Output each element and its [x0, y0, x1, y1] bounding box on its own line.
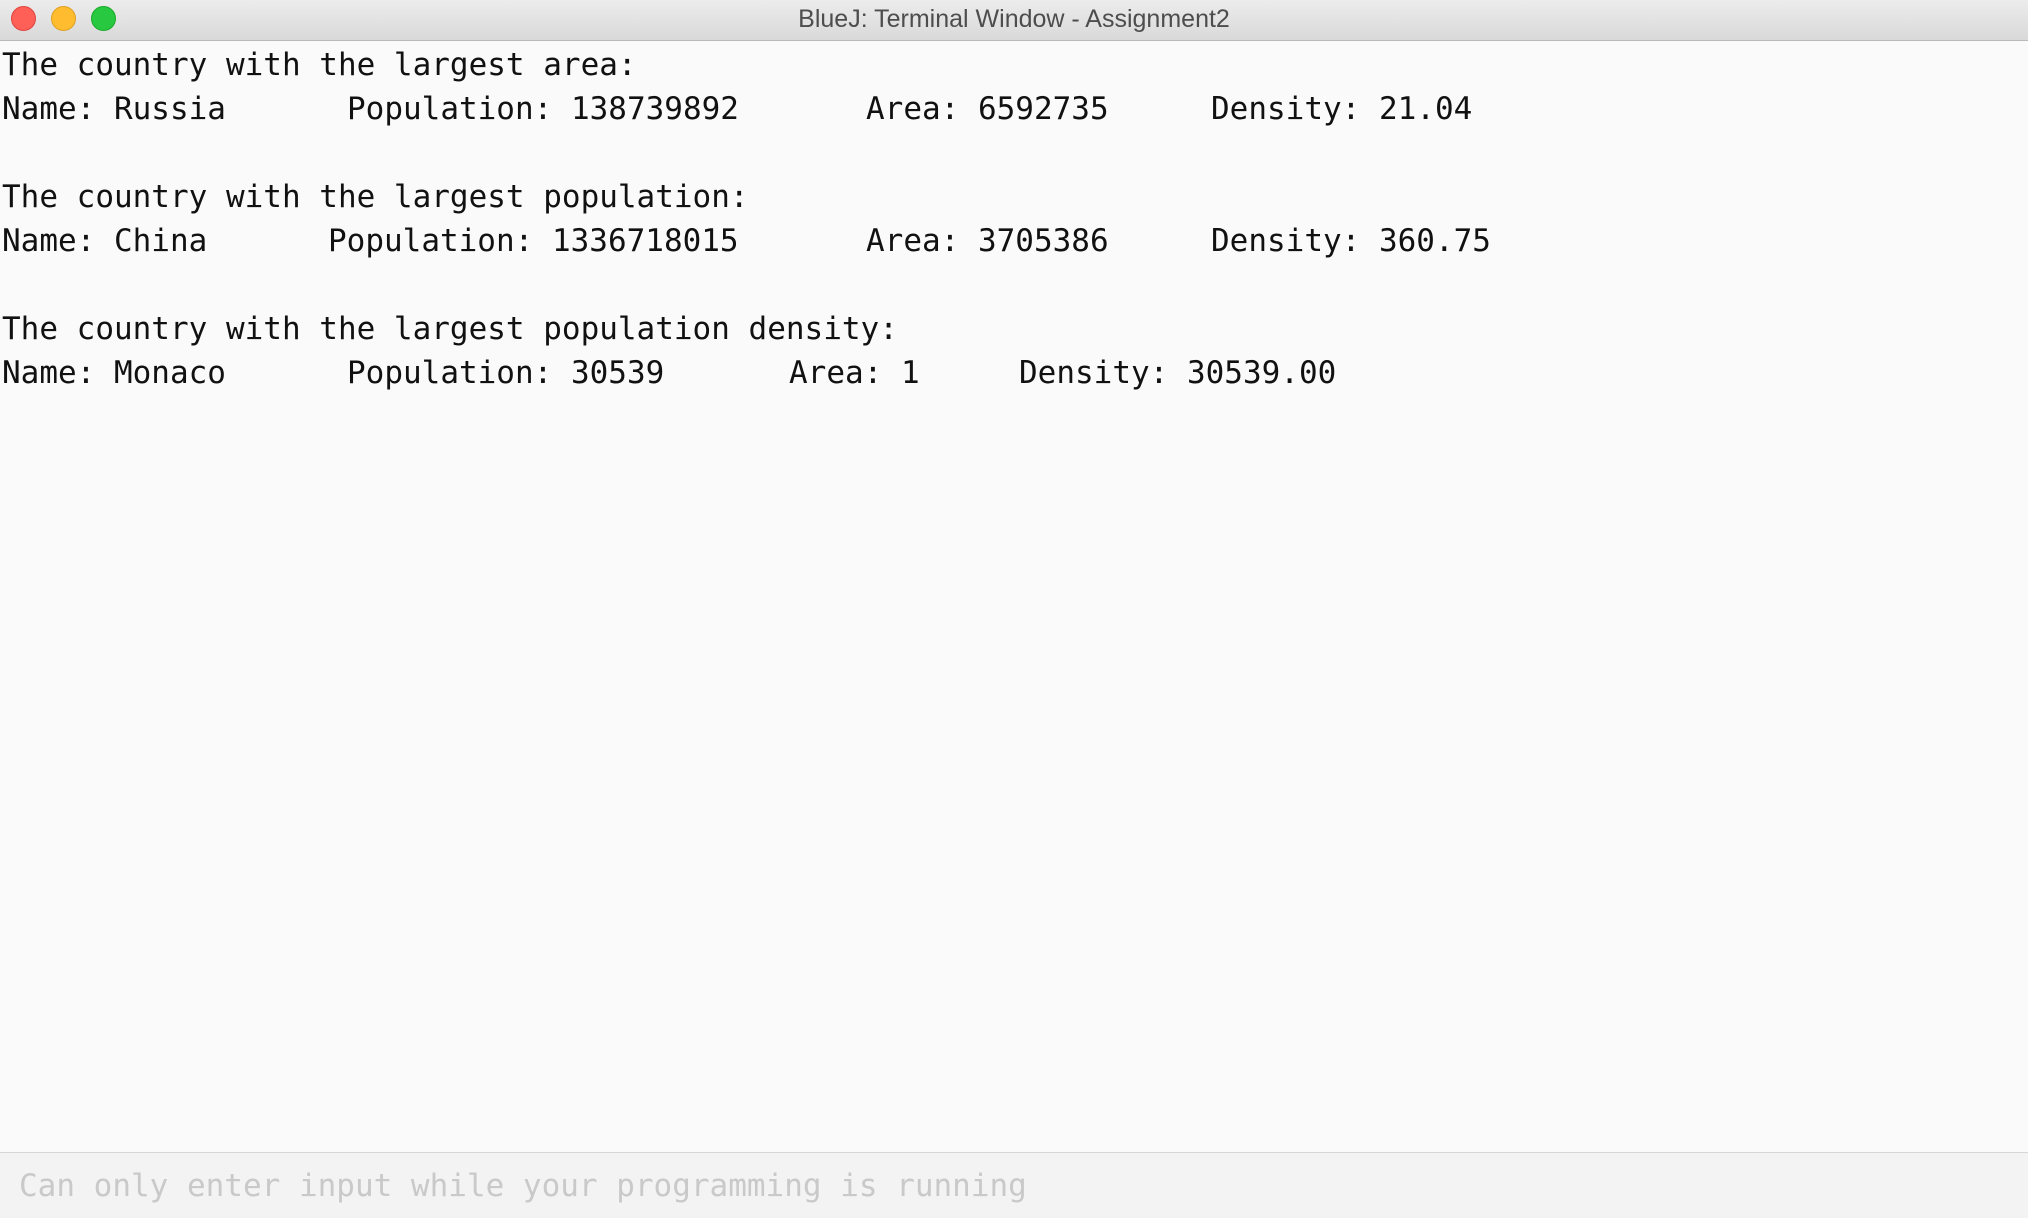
record-line-monaco: Name: Monaco Population: 30539 Area: 1 D… — [2, 353, 1336, 393]
window-title: BlueJ: Terminal Window - Assignment2 — [798, 5, 1230, 33]
section-heading-largest-area: The country with the largest area: — [2, 47, 637, 83]
country-area: Area: 1 — [789, 355, 920, 391]
terminal-input-field[interactable]: Can only enter input while your programm… — [0, 1152, 2028, 1218]
country-population: Population: 1336718015 — [328, 223, 739, 259]
record-line-russia: Name: Russia Population: 138739892 Area:… — [2, 89, 1472, 129]
country-area: Area: 3705386 — [866, 223, 1109, 259]
terminal-output[interactable]: The country with the largest area: Name:… — [0, 41, 2028, 1152]
country-density: Density: 21.04 — [1211, 91, 1473, 127]
record-line-china: Name: China Population: 1336718015 Area:… — [2, 221, 1491, 261]
country-area: Area: 6592735 — [866, 91, 1109, 127]
title-bar[interactable]: BlueJ: Terminal Window - Assignment2 — [0, 0, 2028, 41]
country-name: Name: China — [2, 223, 208, 259]
section-heading-largest-density: The country with the largest population … — [2, 311, 898, 347]
input-placeholder: Can only enter input while your programm… — [19, 1168, 1027, 1204]
country-population: Population: 138739892 — [347, 91, 739, 127]
terminal-window: BlueJ: Terminal Window - Assignment2 The… — [0, 0, 2028, 1218]
country-name: Name: Monaco — [2, 355, 226, 391]
country-population: Population: 30539 — [347, 355, 665, 391]
country-density: Density: 360.75 — [1211, 223, 1491, 259]
section-heading-largest-population: The country with the largest population: — [2, 179, 749, 215]
country-name: Name: Russia — [2, 91, 226, 127]
country-density: Density: 30539.00 — [1019, 355, 1337, 391]
